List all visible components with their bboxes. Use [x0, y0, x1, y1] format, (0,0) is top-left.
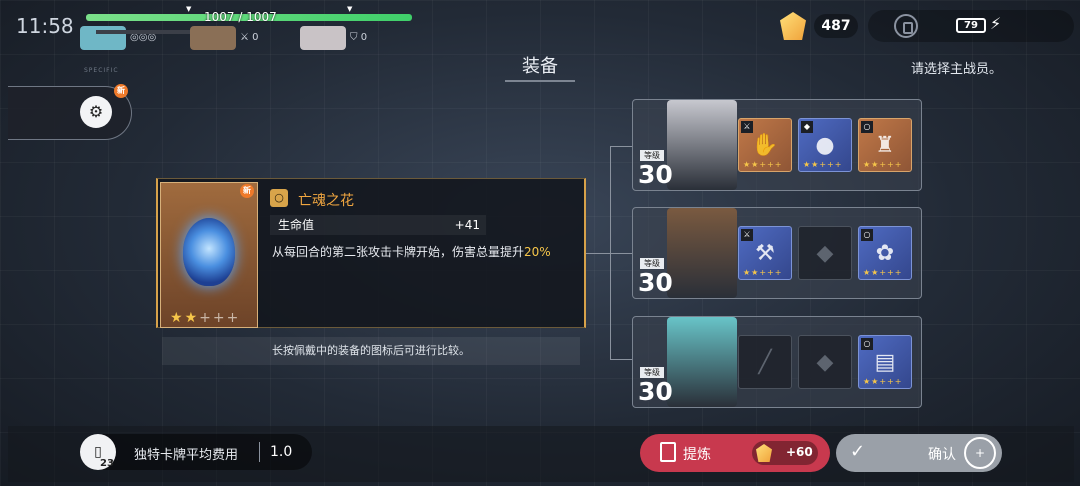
slot-type-icon: ◆ — [801, 121, 813, 133]
rarity-star: + — [226, 310, 241, 326]
equipment-slot[interactable]: ◆ ● ★★+++ — [798, 118, 852, 172]
rarity-star: + — [212, 310, 227, 326]
shield-icon: ⛉ — [350, 32, 358, 43]
item-description: 从每回合的第二张攻击卡牌开始，伤害总量提升20% — [272, 243, 552, 261]
equipment-slot[interactable]: ⚔ ⚒ ★★+++ — [738, 226, 792, 280]
slot-rarity: ★★+++ — [863, 160, 903, 169]
equipment-icon: ✿ — [875, 241, 895, 266]
equipment-slot[interactable]: ○ ▤ ★★+++ — [858, 335, 912, 389]
character-portrait — [667, 100, 737, 190]
stat-row: 生命值 +41 — [270, 215, 486, 235]
ring-icon: ○ — [270, 189, 288, 207]
refine-label: 提炼 — [683, 447, 711, 463]
party-member-stat: ⛉ 0 — [350, 32, 368, 43]
connector-line — [610, 253, 632, 254]
slot-type-icon: ○ — [861, 229, 873, 241]
deck-card-count: 23 — [100, 458, 114, 469]
equipment-slot[interactable]: ◆ — [798, 335, 852, 389]
rarity-star: + — [199, 310, 213, 326]
equipment-icon: ✋ — [751, 133, 779, 158]
avatar — [190, 26, 236, 50]
description-highlight: 20% — [524, 245, 551, 259]
divider — [259, 442, 260, 462]
stat-name: 生命值 — [278, 218, 315, 232]
new-badge: 新 — [240, 184, 254, 198]
equipment-slot[interactable]: ◆ — [798, 226, 852, 280]
new-badge: 新 — [114, 84, 128, 98]
equipment-icon: ⚒ — [755, 241, 775, 266]
clock: 11:58 — [16, 14, 74, 38]
confirm-label: 确认 — [928, 447, 956, 463]
level-number: 30 — [638, 268, 673, 297]
connector-line — [586, 253, 610, 254]
equipment-icon: ◆ — [816, 350, 834, 375]
equipment-slot[interactable]: ○ ♜ ★★+++ — [858, 118, 912, 172]
equipment-slot[interactable]: ○ ✿ ★★+++ — [858, 226, 912, 280]
party-hp-text: 1007 / 1007 — [204, 10, 277, 24]
check-icon: ✓ — [850, 441, 866, 462]
confirm-circle-icon[interactable]: + — [964, 437, 996, 469]
equipment-icon: ▤ — [874, 350, 896, 375]
charging-icon: ⚡ — [990, 14, 1002, 33]
slot-type-icon: ⚔ — [741, 121, 753, 133]
compare-hint: 长按佩戴中的装备的图标后可进行比较。 — [162, 337, 580, 365]
rarity-star: ★ — [184, 310, 200, 326]
slot-rarity: ★★+++ — [803, 160, 843, 169]
average-cost-label: 独特卡牌平均费用 — [134, 448, 239, 463]
equipment-slot[interactable]: ⚔ ✋ ★★+++ — [738, 118, 792, 172]
equipment-icon: ● — [815, 133, 835, 158]
refine-cost: +60 — [786, 445, 813, 459]
equipment-slot[interactable]: ╱ — [738, 335, 792, 389]
character-portrait — [667, 208, 737, 298]
slot-type-icon: ⚔ — [741, 229, 753, 241]
character-portrait — [667, 317, 737, 407]
hp-marker-icon: ▼ — [347, 5, 353, 13]
slot-type-icon: ○ — [861, 121, 873, 133]
equipment-icon: ╱ — [758, 350, 772, 375]
description-text: 从每回合的第二张攻击卡牌开始，伤害总量提升 — [272, 245, 525, 259]
level-number: 30 — [638, 160, 673, 189]
rarity-stars: ★★+++ — [170, 310, 240, 326]
equipment-icon: ◆ — [816, 241, 834, 266]
title-ornament — [505, 80, 575, 82]
soul-flower-icon — [183, 218, 235, 286]
equipment-icon: ♜ — [875, 133, 895, 158]
level-number: 30 — [638, 377, 673, 406]
battery-icon: 79 — [956, 18, 986, 33]
crystal-count: 487 — [814, 14, 858, 38]
slot-rarity: ★★+++ — [743, 160, 783, 169]
sword-icon: ⚔ — [240, 32, 249, 43]
slot-rarity: ★★+++ — [863, 268, 903, 277]
slot-rarity: ★★+++ — [863, 377, 903, 386]
lock-icon[interactable] — [894, 14, 918, 38]
party-member-1-bar — [96, 30, 192, 34]
trash-icon — [660, 442, 676, 462]
avatar — [300, 26, 346, 50]
item-name: 亡魂之花 — [298, 193, 354, 209]
average-cost-value: 1.0 — [270, 444, 293, 460]
slot-rarity: ★★+++ — [743, 268, 783, 277]
slot-type-icon: ○ — [861, 338, 873, 350]
stat-value: +41 — [454, 218, 480, 232]
rarity-star: ★ — [170, 310, 185, 326]
hp-marker-icon: ▼ — [186, 5, 192, 13]
party-member-stat: ⚔ 0 — [240, 32, 259, 43]
gear-faction-icon[interactable]: ⚙ — [80, 96, 112, 128]
instruction-text: 请选择主战员。 — [910, 62, 1002, 77]
equipment-category-tab[interactable] — [8, 86, 132, 140]
